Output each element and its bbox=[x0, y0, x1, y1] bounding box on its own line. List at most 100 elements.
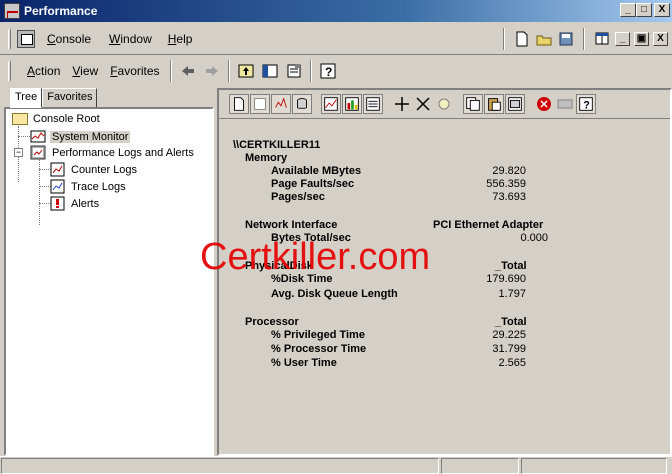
delete-counter-icon[interactable] bbox=[413, 94, 433, 114]
tree-pane: Tree Favorites Console Root System Monit… bbox=[2, 88, 216, 456]
object-memory: Memory bbox=[245, 152, 288, 164]
instance-name: _Total bbox=[495, 316, 527, 328]
tree-view[interactable]: Console Root System Monitor − Performanc… bbox=[4, 107, 214, 456]
alerts-icon bbox=[50, 196, 65, 211]
highlight-icon[interactable] bbox=[434, 94, 454, 114]
tree-item-alerts[interactable]: Alerts bbox=[50, 196, 101, 212]
counter-label: Available MBytes bbox=[271, 165, 362, 177]
show-hide-tree-icon[interactable] bbox=[260, 61, 280, 81]
view-report-icon[interactable] bbox=[363, 94, 383, 114]
object-processor: Processor bbox=[245, 316, 299, 328]
tree-item-trace-logs[interactable]: Trace Logs bbox=[50, 179, 128, 195]
instance-name: PCI Ethernet Adapter bbox=[433, 219, 544, 231]
sysmon-help-icon[interactable]: ? bbox=[576, 94, 596, 114]
counter-value: 2.565 bbox=[498, 357, 526, 369]
clear-display-icon[interactable] bbox=[250, 94, 270, 114]
expand-collapse-toggle[interactable]: − bbox=[14, 148, 23, 157]
counter-label: % Processor Time bbox=[271, 343, 367, 355]
view-histogram-icon[interactable] bbox=[342, 94, 362, 114]
tab-tree[interactable]: Tree bbox=[10, 88, 43, 108]
counter-value: 1.797 bbox=[498, 288, 526, 300]
menu-favorites[interactable]: Favorites bbox=[104, 64, 165, 78]
action-menu-bar: Action View Favorites ? bbox=[0, 56, 672, 86]
console-icon[interactable] bbox=[17, 29, 35, 48]
trace-logs-icon bbox=[50, 179, 65, 194]
child-close-button[interactable]: X bbox=[653, 32, 668, 46]
counter-value: 179.690 bbox=[486, 273, 526, 285]
folder-icon bbox=[12, 113, 28, 125]
tree-item-system-monitor[interactable]: System Monitor bbox=[30, 129, 131, 145]
watermark: Certkiller.com bbox=[200, 236, 431, 278]
save-icon[interactable] bbox=[557, 30, 575, 48]
counter-label: % Privileged Time bbox=[271, 329, 365, 341]
properties-icon[interactable] bbox=[284, 61, 304, 81]
counter-value: 31.799 bbox=[492, 343, 526, 355]
view-current-activity-icon[interactable] bbox=[271, 94, 291, 114]
title-bar[interactable]: Performance _ □ X bbox=[0, 0, 672, 22]
svg-text:?: ? bbox=[583, 100, 590, 112]
toolbar-separator bbox=[227, 60, 230, 82]
forward-arrow-icon[interactable] bbox=[202, 61, 222, 81]
menu-window[interactable]: Window bbox=[103, 32, 158, 46]
system-monitor-icon bbox=[30, 130, 46, 143]
instance-name: _Total bbox=[495, 260, 527, 272]
svg-text:?: ? bbox=[325, 65, 332, 79]
menu-console[interactable]: Console bbox=[41, 32, 97, 46]
object-network-interface: Network Interface bbox=[245, 219, 338, 231]
toolbar-separator bbox=[583, 28, 585, 50]
counter-label: Avg. Disk Queue Length bbox=[271, 288, 398, 300]
toolbar-separator bbox=[503, 28, 505, 50]
counter-label: Page Faults/sec bbox=[271, 178, 355, 190]
menu-help[interactable]: Help bbox=[162, 32, 199, 46]
status-bar bbox=[0, 456, 672, 474]
tree-item-performance-logs-and-alerts[interactable]: Performance Logs and Alerts bbox=[30, 145, 196, 161]
tree-item-console-root[interactable]: Console Root bbox=[12, 113, 102, 125]
view-log-data-icon[interactable] bbox=[292, 94, 312, 114]
view-graph-icon[interactable] bbox=[321, 94, 341, 114]
counter-label: Pages/sec bbox=[271, 191, 325, 203]
performance-app-icon bbox=[4, 3, 20, 19]
sysmon-properties-icon[interactable] bbox=[505, 94, 525, 114]
copy-properties-icon[interactable] bbox=[463, 94, 483, 114]
update-data-icon[interactable] bbox=[555, 94, 575, 114]
console-toolbar: _ ▣ X bbox=[499, 28, 668, 50]
tab-favorites[interactable]: Favorites bbox=[42, 88, 98, 108]
add-counter-icon[interactable] bbox=[392, 94, 412, 114]
window-title: Performance bbox=[24, 4, 98, 18]
counter-value: 556.359 bbox=[486, 178, 526, 190]
minimize-button[interactable]: _ bbox=[620, 3, 636, 17]
up-one-level-icon[interactable] bbox=[236, 61, 256, 81]
close-button[interactable]: X bbox=[654, 3, 670, 17]
status-pane bbox=[441, 458, 519, 474]
status-pane bbox=[1, 458, 439, 474]
window-controls: _ □ X bbox=[620, 3, 670, 17]
toolbar-separator bbox=[309, 60, 312, 82]
child-restore-button[interactable]: ▣ bbox=[634, 32, 649, 46]
report-view: \\CERTKILLER11 Memory Available MBytes 2… bbox=[219, 118, 670, 454]
counter-logs-icon bbox=[50, 162, 65, 177]
new-window-icon[interactable] bbox=[593, 30, 611, 48]
counter-label: % User Time bbox=[271, 357, 337, 369]
child-minimize-button[interactable]: _ bbox=[615, 32, 630, 46]
menu-view[interactable]: View bbox=[66, 64, 104, 78]
maximize-button[interactable]: □ bbox=[636, 3, 652, 17]
tree-tabs: Tree Favorites bbox=[10, 88, 98, 108]
counter-value: 0.000 bbox=[520, 232, 548, 244]
counter-value: 29.820 bbox=[492, 165, 526, 177]
paste-counter-list-icon[interactable] bbox=[484, 94, 504, 114]
freeze-display-icon[interactable] bbox=[534, 94, 554, 114]
tree-item-counter-logs[interactable]: Counter Logs bbox=[50, 162, 139, 178]
status-pane bbox=[521, 458, 667, 474]
system-monitor-toolbar: ? bbox=[219, 90, 670, 118]
open-folder-icon[interactable] bbox=[535, 30, 553, 48]
toolbar-grip[interactable] bbox=[8, 28, 11, 49]
toolbar-grip[interactable] bbox=[8, 61, 11, 81]
counter-value: 73.693 bbox=[492, 191, 526, 203]
toolbar-separator bbox=[169, 60, 172, 82]
menu-action[interactable]: Action bbox=[21, 64, 66, 78]
new-document-icon[interactable] bbox=[513, 30, 531, 48]
counter-value: 29.225 bbox=[492, 329, 526, 341]
new-counter-set-icon[interactable] bbox=[229, 94, 249, 114]
back-arrow-icon[interactable] bbox=[178, 61, 198, 81]
help-icon[interactable]: ? bbox=[318, 61, 338, 81]
